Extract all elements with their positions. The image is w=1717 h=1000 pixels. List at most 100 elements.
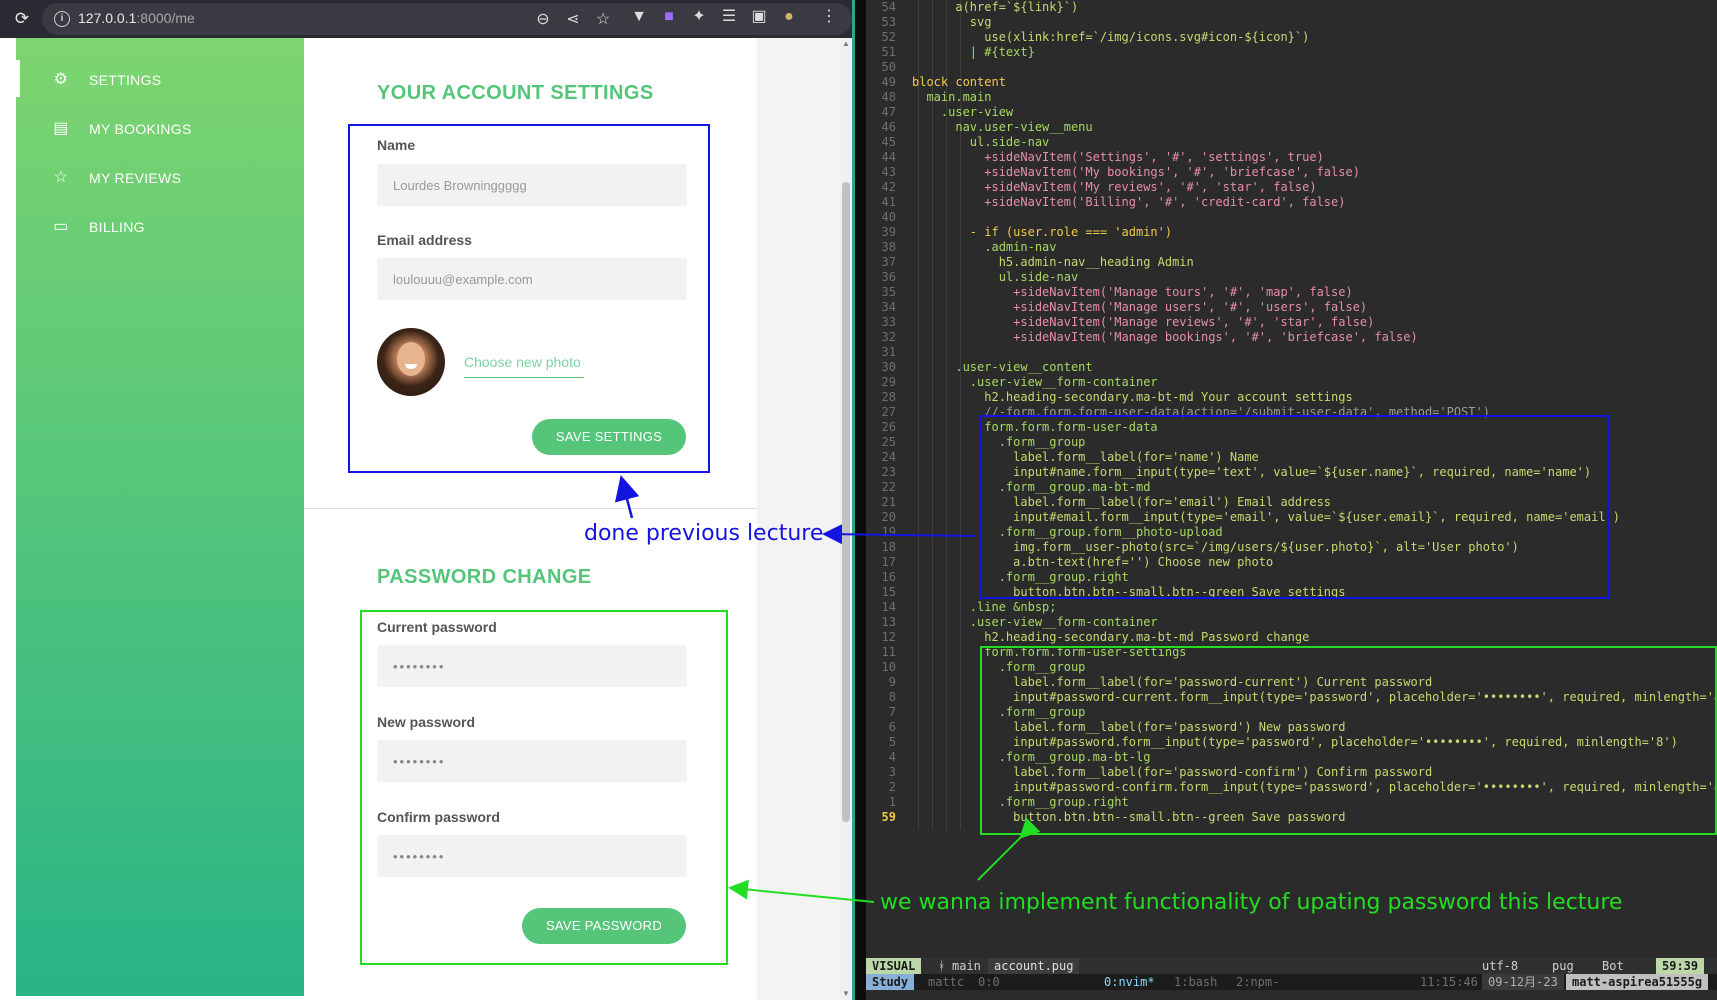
code-line[interactable]: 47 .user-view bbox=[866, 105, 1717, 120]
tmux-pane: 0:0 bbox=[978, 975, 1000, 989]
tmux-statusline: Study mattc 0:0 0:nvim* 1:bash 2:npm- 11… bbox=[866, 974, 1717, 990]
line-number: 9 bbox=[888, 675, 896, 689]
tmux-session: Study bbox=[866, 974, 915, 990]
line-number: 41 bbox=[881, 195, 896, 209]
extension-shield-icon[interactable]: ■ bbox=[658, 6, 680, 28]
annotation-previous-lecture: done previous lecture bbox=[584, 521, 824, 546]
queue-icon[interactable]: ☰ bbox=[718, 6, 740, 28]
code-text: .line &nbsp; bbox=[912, 600, 1057, 614]
line-number: 5 bbox=[888, 735, 896, 749]
line-number: 40 bbox=[881, 210, 896, 224]
line-number: 51 bbox=[881, 45, 896, 59]
code-line[interactable]: 30 .user-view__content bbox=[866, 360, 1717, 375]
annotation-box-code-user-settings bbox=[980, 646, 1717, 835]
line-number: 26 bbox=[881, 420, 896, 434]
code-line[interactable]: 52 use(xlink:href=`/img/icons.svg#icon-$… bbox=[866, 30, 1717, 45]
vim-statusline: VISUAL ᚼ main account.pug utf-8 pug Bot … bbox=[866, 958, 1717, 974]
gear-icon: ⚙ bbox=[53, 71, 69, 88]
code-line[interactable]: 29 .user-view__form-container bbox=[866, 375, 1717, 390]
extension-v-icon[interactable]: ▼ bbox=[628, 6, 650, 28]
code-line[interactable]: 31 bbox=[866, 345, 1717, 360]
annotation-this-lecture: we wanna implement functionality of upat… bbox=[880, 890, 1623, 915]
neovim-editor[interactable]: 54 a(href=`${link}`) 53 svg 52 use(xlink:h… bbox=[866, 0, 1717, 1000]
tmux-window-2[interactable]: 2:npm- bbox=[1230, 974, 1285, 990]
code-text: h2.heading-secondary.ma-bt-md Password c… bbox=[912, 630, 1310, 644]
tmux-time: 11:15:46 bbox=[1420, 975, 1478, 989]
cursor-position: 59:39 bbox=[1656, 958, 1705, 974]
sidebar-item-settings[interactable]: ⚙ SETTINGS bbox=[51, 68, 161, 92]
code-line[interactable]: 44 +sideNavItem('Settings', '#', 'settin… bbox=[866, 150, 1717, 165]
sidebar-item-label: MY REVIEWS bbox=[89, 170, 182, 186]
scrollbar-thumb[interactable] bbox=[842, 182, 850, 822]
code-line[interactable]: 34 +sideNavItem('Manage users', '#', 'us… bbox=[866, 300, 1717, 315]
account-settings-heading: YOUR ACCOUNT SETTINGS bbox=[377, 82, 654, 104]
info-icon[interactable]: i bbox=[54, 11, 70, 27]
line-number: 42 bbox=[881, 180, 896, 194]
tmux-window-1[interactable]: 1:bash bbox=[1168, 974, 1223, 990]
code-text: +sideNavItem('Manage bookings', '#', 'br… bbox=[912, 330, 1418, 344]
code-text: .user-view__content bbox=[912, 360, 1093, 374]
code-line[interactable]: 50 bbox=[866, 60, 1717, 75]
tmux-date: 09-12月-23 bbox=[1482, 974, 1564, 990]
credit-card-icon: ▭ bbox=[53, 218, 69, 235]
code-line[interactable]: 32 +sideNavItem('Manage bookings', '#', … bbox=[866, 330, 1717, 345]
puzzle-icon[interactable]: ✦ bbox=[688, 6, 710, 28]
password-change-heading: PASSWORD CHANGE bbox=[377, 566, 592, 588]
tmux-window-0[interactable]: 0:nvim* bbox=[1098, 974, 1161, 990]
star-icon[interactable]: ☆ bbox=[592, 9, 614, 31]
profile-avatar-icon[interactable]: ● bbox=[778, 6, 800, 28]
line-number: 19 bbox=[881, 525, 896, 539]
star-icon: ☆ bbox=[53, 169, 69, 186]
line-number: 14 bbox=[881, 600, 896, 614]
code-line[interactable]: 41 +sideNavItem('Billing', '#', 'credit-… bbox=[866, 195, 1717, 210]
url-text[interactable]: 127.0.0.1:8000/me bbox=[78, 10, 195, 26]
active-indicator bbox=[16, 60, 20, 97]
code-line[interactable]: 35 +sideNavItem('Manage tours', '#', 'ma… bbox=[866, 285, 1717, 300]
code-line[interactable]: 48 main.main bbox=[866, 90, 1717, 105]
code-line[interactable]: 46 nav.user-view__menu bbox=[866, 120, 1717, 135]
side-nav: ⚙ SETTINGS ▤ MY BOOKINGS ☆ MY REVIEWS ▭ … bbox=[16, 38, 304, 996]
code-line[interactable]: 40 bbox=[866, 210, 1717, 225]
code-line[interactable]: 42 +sideNavItem('My reviews', '#', 'star… bbox=[866, 180, 1717, 195]
file-name: account.pug bbox=[988, 958, 1080, 974]
code-line[interactable]: 37 h5.admin-nav__heading Admin bbox=[866, 255, 1717, 270]
code-line[interactable]: 13 .user-view__form-container bbox=[866, 615, 1717, 630]
code-line[interactable]: 54 a(href=`${link}`) bbox=[866, 0, 1717, 15]
line-number: 47 bbox=[881, 105, 896, 119]
scroll-up-arrow-icon[interactable]: ▲ bbox=[840, 38, 852, 50]
code-line[interactable]: 53 svg bbox=[866, 15, 1717, 30]
line-number: 8 bbox=[888, 690, 896, 704]
line-number: 31 bbox=[881, 345, 896, 359]
sidebar-item-my-reviews[interactable]: ☆ MY REVIEWS bbox=[51, 166, 181, 190]
tmux-user: mattc bbox=[928, 975, 965, 989]
pane-border bbox=[852, 0, 855, 1000]
scroll-down-arrow-icon[interactable]: ▼ bbox=[840, 988, 852, 1000]
code-text: .user-view bbox=[912, 105, 1014, 119]
line-number: 54 bbox=[881, 0, 896, 14]
code-line[interactable]: 36 ul.side-nav bbox=[866, 270, 1717, 285]
code-line[interactable]: 43 +sideNavItem('My bookings', '#', 'bri… bbox=[866, 165, 1717, 180]
code-line[interactable]: 14 .line &nbsp; bbox=[866, 600, 1717, 615]
line-number: 24 bbox=[881, 450, 896, 464]
zoom-icon[interactable]: ⊖ bbox=[532, 9, 554, 31]
reload-icon[interactable]: ⟳ bbox=[12, 9, 32, 29]
code-line[interactable]: 33 +sideNavItem('Manage reviews', '#', '… bbox=[866, 315, 1717, 330]
code-text: +sideNavItem('Billing', '#', 'credit-car… bbox=[912, 195, 1346, 209]
code-line[interactable]: 28 h2.heading-secondary.ma-bt-md Your ac… bbox=[866, 390, 1717, 405]
code-line[interactable]: 12 h2.heading-secondary.ma-bt-md Passwor… bbox=[866, 630, 1717, 645]
menu-dots-icon[interactable]: ⋮ bbox=[818, 6, 840, 28]
code-text: use(xlink:href=`/img/icons.svg#icon-${ic… bbox=[912, 30, 1310, 44]
code-line[interactable]: 39 - if (user.role === 'admin') bbox=[866, 225, 1717, 240]
line-number: 21 bbox=[881, 495, 896, 509]
line-number: 33 bbox=[881, 315, 896, 329]
code-line[interactable]: 49 block content bbox=[866, 75, 1717, 90]
sidebar-item-my-bookings[interactable]: ▤ MY BOOKINGS bbox=[51, 117, 192, 141]
code-line[interactable]: 45 ul.side-nav bbox=[866, 135, 1717, 150]
code-line[interactable]: 38 .admin-nav bbox=[866, 240, 1717, 255]
sidebar-item-billing[interactable]: ▭ BILLING bbox=[51, 215, 145, 239]
code-line[interactable]: 51 | #{text} bbox=[866, 45, 1717, 60]
sidebar-icon[interactable]: ▣ bbox=[748, 6, 770, 28]
line-number: 12 bbox=[881, 630, 896, 644]
code-text: ul.side-nav bbox=[912, 135, 1050, 149]
share-icon[interactable]: ⋖ bbox=[562, 9, 584, 31]
